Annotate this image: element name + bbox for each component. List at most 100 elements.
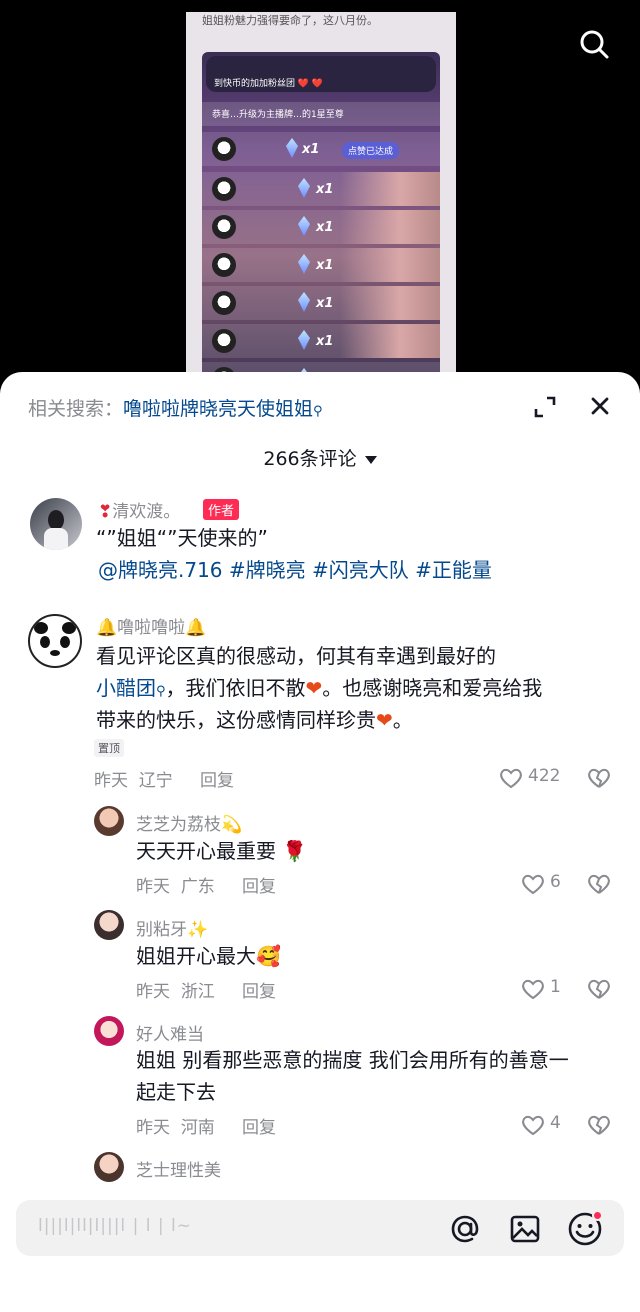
image-icon[interactable] — [508, 1212, 542, 1246]
like-count: 6 — [550, 872, 561, 892]
face-image — [340, 286, 440, 320]
gem-icon — [286, 138, 298, 158]
gift-multiplier: x1 — [316, 334, 334, 349]
comment-text: “”姐姐“”天使来的” — [96, 526, 268, 550]
avatar[interactable] — [94, 806, 124, 836]
comment-text-line: 小醋团⚲，我们依旧不散❤。也感谢晓亮和爱亮给我 — [96, 676, 543, 700]
gift-strip: x1 — [202, 324, 440, 358]
broken-heart-icon[interactable] — [586, 1113, 612, 1137]
broken-heart-icon[interactable] — [586, 766, 612, 790]
related-search-label: 相关搜索： — [28, 398, 124, 420]
reply-username[interactable]: 芝士理性美 — [136, 1156, 221, 1181]
comment-input-placeholder: l|||l|ll|l|||l | l | l~ — [38, 1216, 192, 1236]
panda-nose-icon — [50, 650, 60, 656]
heart-emoji-icon: ❤ — [376, 708, 393, 732]
gift-multiplier: x1 — [316, 258, 334, 273]
heart-icon[interactable] — [520, 977, 546, 1001]
comment-username[interactable]: ❣清欢渡。 — [98, 497, 180, 522]
gem-icon — [298, 178, 310, 198]
reply-button[interactable]: 回复 — [242, 977, 276, 1002]
avatar[interactable] — [30, 498, 82, 550]
reply-text: 姐姐 别看那些恶意的揣度 我们会用所有的善意一 — [136, 1048, 569, 1072]
comment-meta: 昨天 辽宁 — [94, 771, 173, 791]
panda-ear-icon — [34, 622, 48, 634]
sparkle-icon: 💫 — [221, 815, 243, 835]
comment-sheet: 相关搜索：噜啦啦牌晓亮天使姐姐⚲ 266条评论 ❣清欢渡。 作者 “”姐姐“”天… — [0, 372, 640, 1312]
sparkles-icon: ✨ — [187, 920, 209, 940]
panda-avatar-icon — [212, 215, 236, 239]
panda-avatar-icon — [212, 177, 236, 201]
video-caption: 姐姐粉魅力强得要命了，这八月份。 — [202, 14, 378, 27]
heart-icon[interactable] — [498, 766, 524, 790]
notification-dot — [592, 1210, 603, 1221]
bell-icon: 🔔 — [96, 618, 118, 638]
reply-username[interactable]: 别粘牙✨ — [136, 915, 208, 940]
comment-hashtags[interactable]: @牌晓亮.716 #牌晓亮 #闪亮大队 #正能量 — [98, 554, 492, 586]
related-search[interactable]: 相关搜索：噜啦啦牌晓亮天使姐姐⚲ — [28, 394, 323, 421]
gift-multiplier: x1 — [316, 296, 334, 311]
upgrade-strip: 恭喜…升级为主播牌…的1星至尊 — [202, 102, 440, 126]
face-image — [340, 210, 440, 244]
related-search-keyword[interactable]: 噜啦啦牌晓亮天使姐姐 — [123, 398, 313, 420]
comment-username[interactable]: 🔔噜啦噜啦🔔 — [96, 613, 206, 638]
reply-text: 起走下去 — [136, 1080, 216, 1104]
comment-text: 看见评论区真的很感动，何其有幸遇到最好的 — [96, 644, 496, 668]
reply-username[interactable]: 好人难当 — [136, 1020, 204, 1045]
like-pill: 点赞已达成 — [342, 142, 400, 159]
broken-heart-icon[interactable] — [586, 977, 612, 1001]
heart-exclamation-icon: ❣ — [98, 502, 113, 522]
reply-meta: 昨天 河南 — [136, 1118, 215, 1138]
heart-icon[interactable] — [520, 1113, 546, 1137]
avatar[interactable] — [94, 1016, 124, 1046]
face-image — [340, 324, 440, 358]
reply-text: 姐姐开心最大🥰 — [136, 944, 281, 968]
gem-icon — [298, 292, 310, 312]
gift-strip: x1 — [202, 286, 440, 320]
avatar[interactable] — [94, 910, 124, 940]
panda-eye-icon — [60, 636, 70, 648]
chevron-down-icon — [364, 455, 377, 464]
gift-multiplier: x1 — [316, 182, 334, 197]
panda-ear-icon — [62, 622, 76, 634]
panda-avatar-icon — [212, 137, 236, 161]
face-image — [340, 172, 440, 206]
live-stream-screenshot: 到快币的加加粉丝团 ❤️ ❤️ 恭喜…升级为主播牌…的1星至尊 x1 点赞已达成… — [202, 52, 440, 396]
comment-count-text: 266条评论 — [263, 448, 357, 470]
heart-emoji-icon: ❤ — [305, 676, 323, 700]
gift-strip: x1 — [202, 172, 440, 206]
comment-count[interactable]: 266条评论 — [0, 444, 640, 471]
close-icon[interactable] — [586, 392, 614, 420]
gift-strip: x1 — [202, 210, 440, 244]
expand-icon[interactable] — [532, 394, 558, 420]
reply-button[interactable]: 回复 — [242, 1113, 276, 1138]
live-banner-text: 到快币的加加粉丝团 ❤️ ❤️ — [214, 79, 324, 89]
avatar[interactable] — [94, 1152, 124, 1182]
reply-meta: 昨天 广东 — [136, 877, 215, 897]
gift-multiplier: x1 — [316, 220, 334, 235]
gift-strip: x1 点赞已达成 — [202, 132, 440, 166]
search-icon[interactable] — [576, 26, 612, 62]
live-banner: 到快币的加加粉丝团 ❤️ ❤️ — [206, 56, 436, 92]
person-body-icon — [44, 528, 68, 550]
panda-avatar-icon — [212, 253, 236, 277]
reply-button[interactable]: 回复 — [242, 872, 276, 897]
reply-meta: 昨天 浙江 — [136, 982, 215, 1002]
gift-multiplier: x1 — [302, 142, 320, 157]
comment-link[interactable]: 小醋团 — [96, 676, 156, 700]
smiling-face-icon: 🥰 — [256, 944, 281, 968]
comment-text-line: 带来的快乐，这份感情同样珍贵❤。 — [96, 708, 413, 732]
video-player[interactable]: 姐姐粉魅力强得要命了，这八月份。 到快币的加加粉丝团 ❤️ ❤️ 恭喜…升级为主… — [0, 0, 640, 400]
reply-button[interactable]: 回复 — [200, 766, 234, 791]
broken-heart-icon[interactable] — [586, 872, 612, 896]
face-image — [340, 248, 440, 282]
gem-icon — [298, 330, 310, 350]
panda-avatar-icon — [212, 329, 236, 353]
panda-eye-icon — [40, 636, 50, 648]
at-mention-icon[interactable] — [448, 1212, 482, 1246]
comment-input[interactable]: l|||l|ll|l|||l | l | l~ — [16, 1200, 624, 1256]
pinned-badge: 置顶 — [94, 739, 124, 757]
reply-username[interactable]: 芝芝为荔枝💫 — [136, 810, 242, 835]
avatar[interactable] — [28, 614, 82, 668]
heart-icon[interactable] — [520, 872, 546, 896]
like-count: 422 — [528, 766, 561, 786]
